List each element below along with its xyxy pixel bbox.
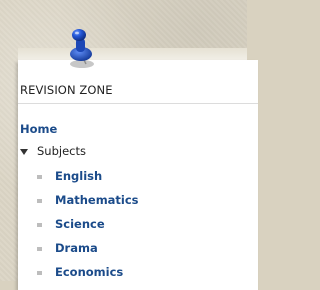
push-pin-icon — [70, 29, 94, 68]
square-bullet-icon — [37, 271, 42, 275]
panel-title: REVISION ZONE — [20, 83, 113, 97]
square-bullet-icon — [37, 175, 42, 179]
subject-link-english[interactable]: English — [55, 169, 102, 183]
panel-header: REVISION ZONE — [18, 77, 258, 104]
subject-link-drama[interactable]: Drama — [55, 241, 98, 255]
subject-link-economics[interactable]: Economics — [55, 265, 123, 279]
triangle-down-icon — [20, 149, 28, 155]
subjects-label: Subjects — [37, 144, 86, 158]
square-bullet-icon — [37, 223, 42, 227]
square-bullet-icon — [37, 247, 42, 251]
subject-link-science[interactable]: Science — [55, 217, 105, 231]
home-link[interactable]: Home — [20, 122, 57, 136]
revision-zone-panel: REVISION ZONE Home Subjects English Math… — [18, 60, 258, 290]
square-bullet-icon — [37, 199, 42, 203]
subject-link-mathematics[interactable]: Mathematics — [55, 193, 139, 207]
